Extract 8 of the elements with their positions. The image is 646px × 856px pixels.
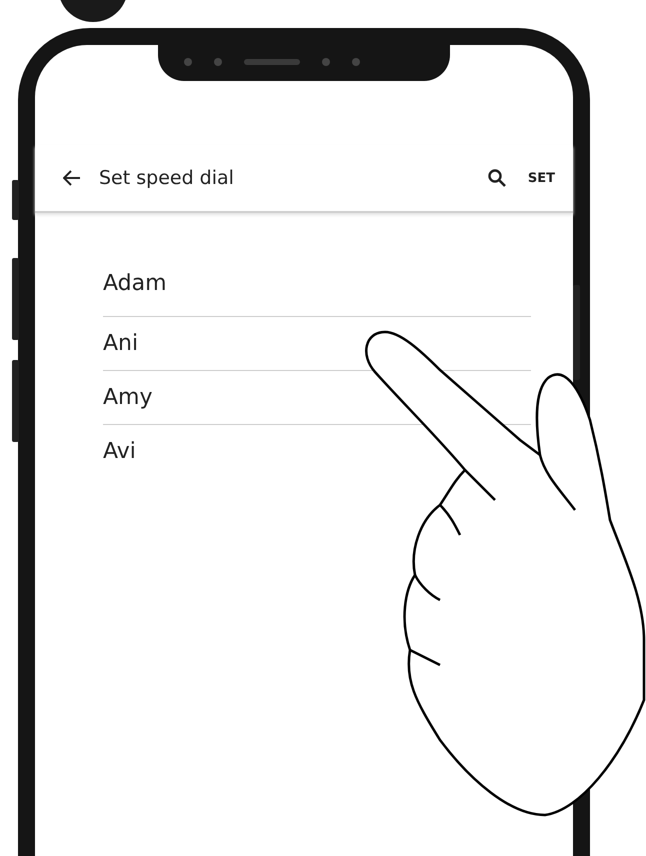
contact-name[interactable]: Ani xyxy=(103,331,138,356)
contact-name[interactable]: Amy xyxy=(103,385,152,410)
back-arrow-icon[interactable] xyxy=(63,170,81,186)
screen-title: Set speed dial xyxy=(99,167,235,189)
contact-name[interactable]: Avi xyxy=(103,439,136,464)
contact-name[interactable]: Adam xyxy=(103,271,167,296)
search-icon[interactable] xyxy=(488,169,506,187)
set-button[interactable]: SET xyxy=(524,166,559,190)
